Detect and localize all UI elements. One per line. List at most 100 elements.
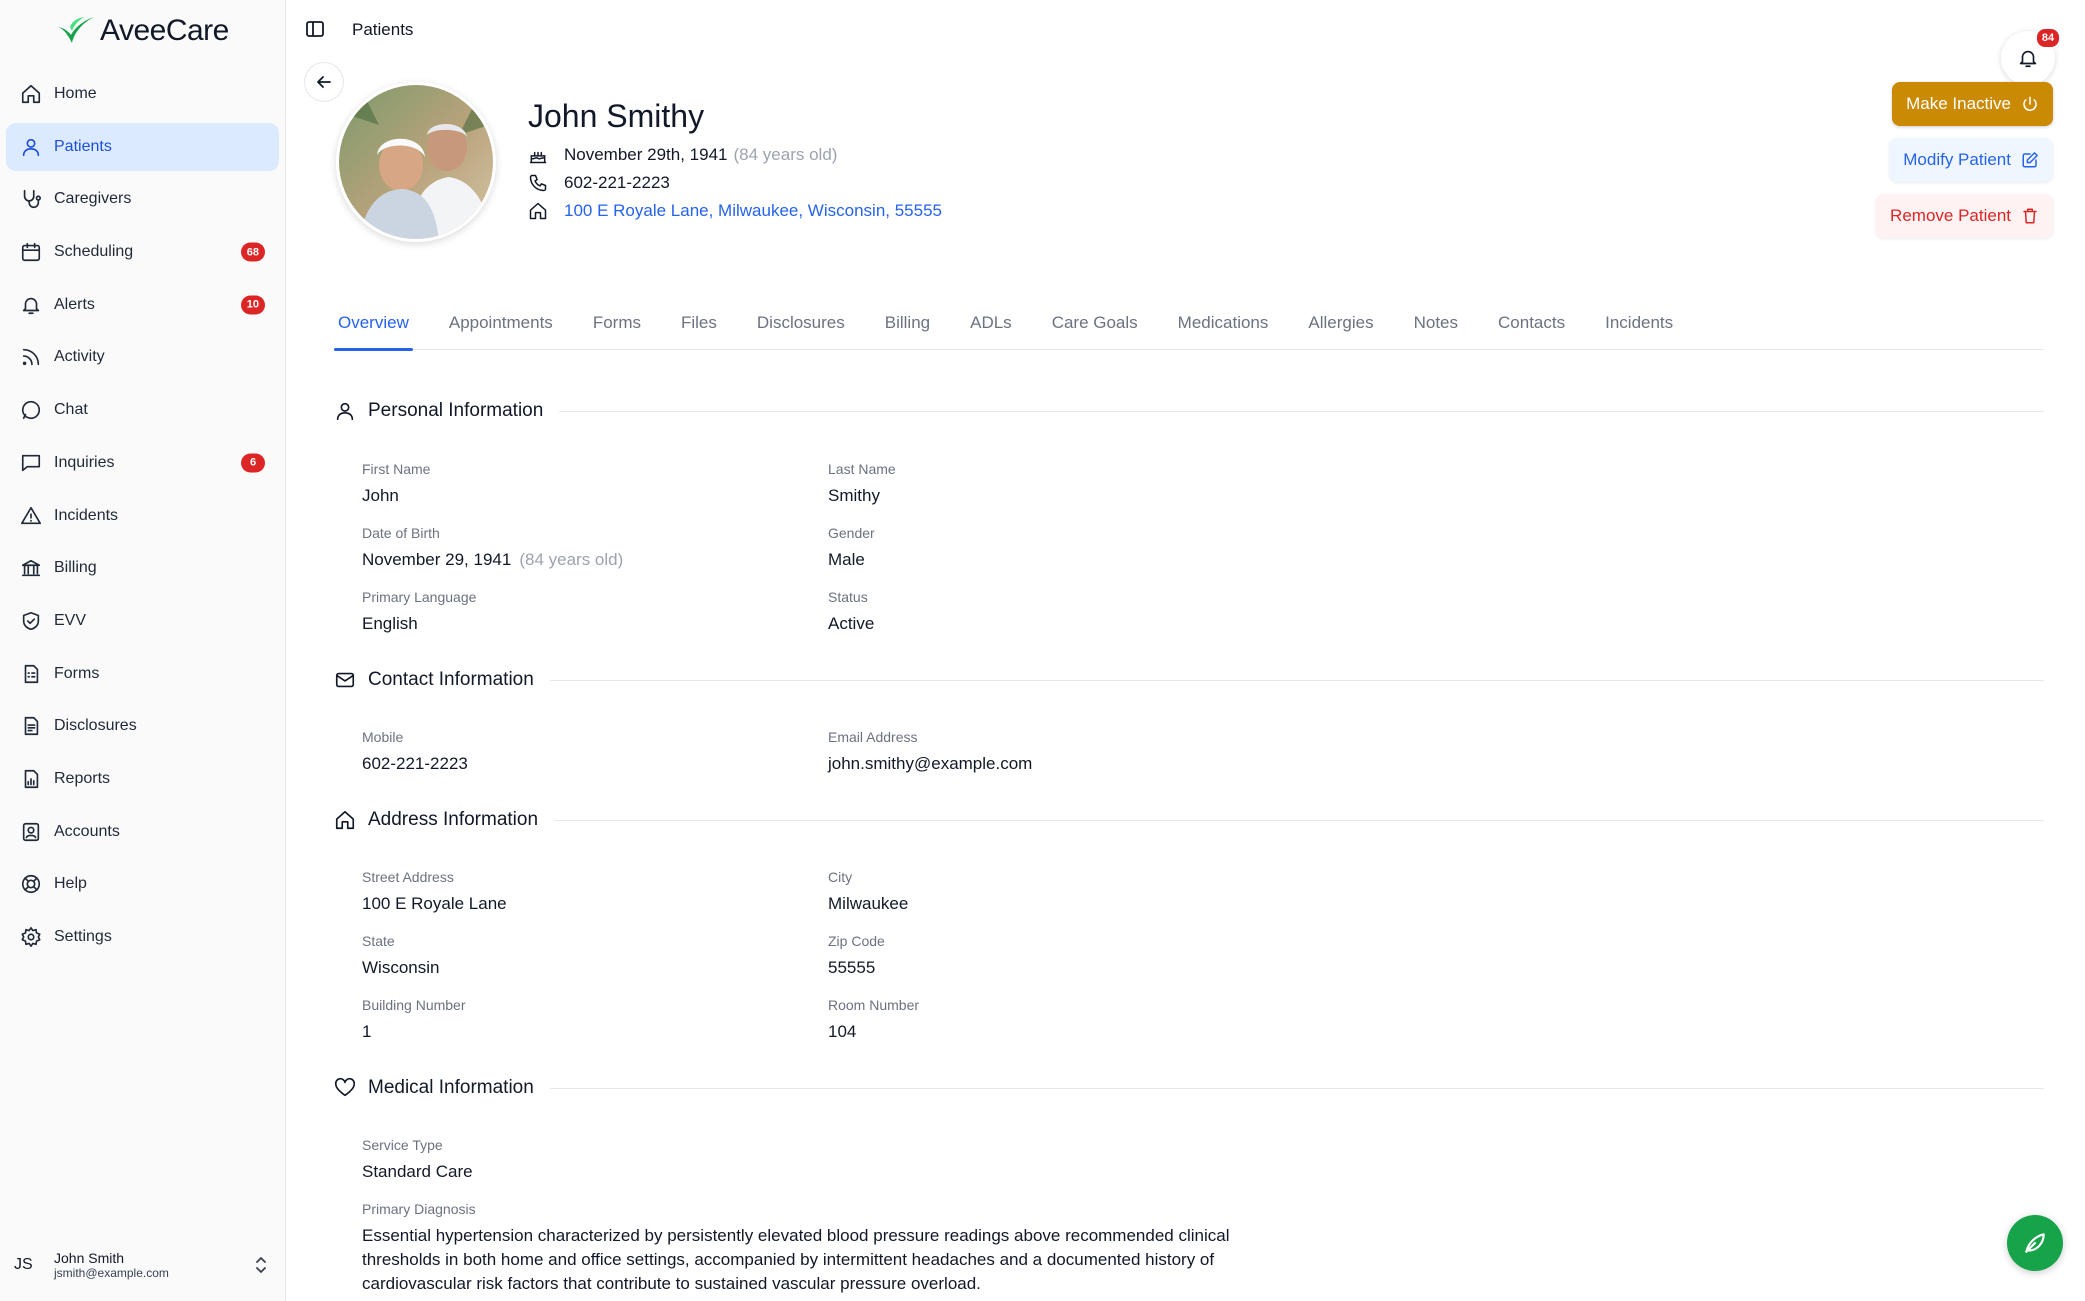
patient-phone[interactable]: 602-221-2223 <box>564 173 670 193</box>
mail-icon <box>334 669 358 691</box>
patient-name: John Smithy <box>528 98 705 134</box>
dob-field: Date of Birth November 29, 1941 (84 years… <box>362 525 623 572</box>
chevrons-up-down-icon <box>256 1257 266 1273</box>
sidebar-item-chat[interactable]: Chat <box>6 386 279 434</box>
patient-address-link[interactable]: 100 E Royale Lane, Milwaukee, Wisconsin,… <box>564 201 942 221</box>
sidebar-item-evv[interactable]: EVV <box>6 597 279 645</box>
sidebar-item-inquiries[interactable]: Inquiries 6 <box>6 439 279 487</box>
sidebar-item-label: Scheduling <box>54 243 134 261</box>
tab-files[interactable]: Files <box>677 300 721 350</box>
field-value: John <box>362 486 399 505</box>
sidebar-item-disclosures[interactable]: Disclosures <box>6 702 279 750</box>
gender-field: Gender Male <box>828 525 875 572</box>
patient-dob-row: November 29th, 1941 (84 years old) <box>528 145 837 165</box>
lifebuoy-icon <box>20 873 42 895</box>
brand-name: AveeCare <box>100 14 229 47</box>
field-label: Date of Birth <box>362 525 440 541</box>
language-field: Primary Language English <box>362 589 476 636</box>
modify-patient-button[interactable]: Modify Patient <box>1889 138 2053 182</box>
sidebar-item-label: Help <box>54 875 87 893</box>
patient-age: (84 years old) <box>733 145 838 164</box>
field-label: Mobile <box>362 729 404 745</box>
patient-photo <box>339 85 493 239</box>
toggle-sidebar-icon[interactable] <box>305 19 325 39</box>
field-value: Milwaukee <box>828 894 909 913</box>
tab-contacts[interactable]: Contacts <box>1494 300 1569 350</box>
home-icon <box>528 201 550 221</box>
user-email: jsmith@example.com <box>54 1266 169 1280</box>
tab-disclosures[interactable]: Disclosures <box>753 300 849 350</box>
section-title: Contact Information <box>368 669 534 690</box>
field-label: Room Number <box>828 997 920 1013</box>
birthday-cake-icon <box>528 145 550 165</box>
tab-medications[interactable]: Medications <box>1174 300 1273 350</box>
tab-overview[interactable]: Overview <box>334 300 413 351</box>
tab-notes[interactable]: Notes <box>1410 300 1462 350</box>
user-info: John Smith jsmith@example.com <box>54 1250 169 1280</box>
section-divider <box>549 679 2044 681</box>
report-icon <box>20 768 42 790</box>
notification-count-badge: 84 <box>2035 27 2061 49</box>
edit-icon <box>2022 152 2038 168</box>
field-label: Service Type <box>362 1137 443 1153</box>
remove-patient-button[interactable]: Remove Patient <box>1876 194 2053 238</box>
sidebar-item-reports[interactable]: Reports <box>6 755 279 803</box>
sidebar-item-scheduling[interactable]: Scheduling 68 <box>6 228 279 276</box>
patient-tabs: Overview Appointments Forms Files Disclo… <box>334 300 2044 351</box>
tab-appointments[interactable]: Appointments <box>445 300 557 350</box>
document-icon <box>20 715 42 737</box>
sidebar-item-settings[interactable]: Settings <box>6 913 279 961</box>
sidebar-item-label: Chat <box>54 401 88 419</box>
sidebar-item-help[interactable]: Help <box>6 860 279 908</box>
sidebar-item-incidents[interactable]: Incidents <box>6 492 279 540</box>
sidebar: AveeCare Home Patients Caregivers Schedu… <box>0 0 286 1301</box>
sidebar-item-patients[interactable]: Patients <box>6 122 279 171</box>
sidebar-item-activity[interactable]: Activity <box>6 333 279 381</box>
breadcrumb[interactable]: Patients <box>352 20 413 40</box>
tab-forms[interactable]: Forms <box>589 300 645 350</box>
phone-icon <box>528 173 550 193</box>
sidebar-item-accounts[interactable]: Accounts <box>6 808 279 856</box>
medical-info-header: Medical Information <box>334 1077 2044 1099</box>
shield-check-icon <box>20 610 42 632</box>
field-value: Male <box>828 550 865 569</box>
sidebar-item-caregivers[interactable]: Caregivers <box>6 175 279 223</box>
sidebar-item-label: Forms <box>54 664 100 682</box>
remove-patient-label: Remove Patient <box>1890 206 2011 225</box>
tab-allergies[interactable]: Allergies <box>1304 300 1377 350</box>
sidebar-item-label: Caregivers <box>54 190 132 208</box>
sidebar-item-home[interactable]: Home <box>6 70 279 118</box>
user-icon <box>334 400 358 422</box>
sidebar-item-label: Home <box>54 85 97 102</box>
field-label: State <box>362 933 395 949</box>
street-field: Street Address 100 E Royale Lane <box>362 869 507 916</box>
section-divider <box>559 410 2044 412</box>
brand-logo[interactable]: AveeCare <box>56 14 229 48</box>
notifications-button[interactable]: 84 <box>2001 27 2061 85</box>
building-field: Building Number 1 <box>362 997 466 1044</box>
sidebar-item-label: Billing <box>54 559 97 577</box>
sidebar-item-label: EVV <box>54 611 87 629</box>
sidebar-item-forms[interactable]: Forms <box>6 650 279 698</box>
bank-icon <box>20 557 42 579</box>
tab-adls[interactable]: ADLs <box>966 300 1016 350</box>
tab-billing[interactable]: Billing <box>881 300 934 350</box>
sidebar-item-label: Inquiries <box>54 453 115 471</box>
chat-fab-button[interactable] <box>2007 1215 2063 1271</box>
first-name-field: First Name John <box>362 461 430 508</box>
patient-address-row: 100 E Royale Lane, Milwaukee, Wisconsin,… <box>528 201 942 221</box>
sidebar-item-alerts[interactable]: Alerts 10 <box>6 281 279 329</box>
warning-triangle-icon <box>20 505 42 527</box>
make-inactive-button[interactable]: Make Inactive <box>1892 82 2053 126</box>
back-button[interactable] <box>304 62 344 102</box>
sidebar-item-billing[interactable]: Billing <box>6 544 279 592</box>
field-value: Wisconsin <box>362 958 440 977</box>
user-menu[interactable]: JS John Smith jsmith@example.com <box>14 1243 274 1287</box>
chat-bubble-icon <box>20 399 42 421</box>
sidebar-item-label: Patients <box>54 137 112 155</box>
tab-incidents[interactable]: Incidents <box>1601 300 1677 350</box>
sidebar-item-label: Disclosures <box>54 717 137 735</box>
field-value: john.smithy@example.com <box>828 754 1033 773</box>
tab-care-goals[interactable]: Care Goals <box>1048 300 1142 350</box>
bell-icon <box>2019 50 2037 68</box>
